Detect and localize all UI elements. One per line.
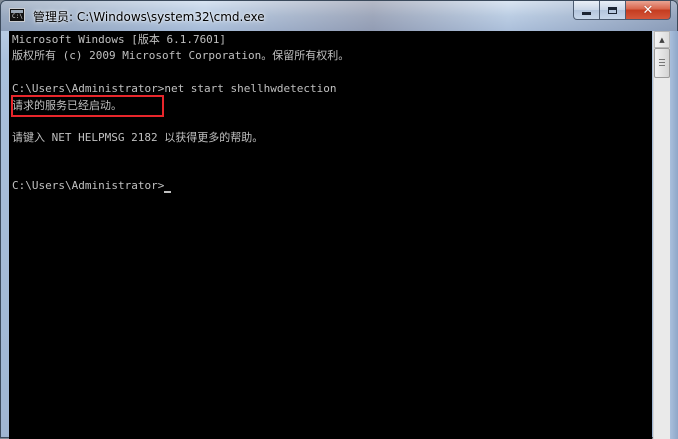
console-output[interactable]: Microsoft Windows [版本 6.1.7601] 版权所有 (c)… bbox=[9, 31, 652, 439]
close-icon: ✕ bbox=[642, 2, 654, 18]
console-line-version: Microsoft Windows [版本 6.1.7601] bbox=[12, 33, 227, 46]
text-cursor bbox=[164, 191, 172, 193]
scrollbar-thumb[interactable] bbox=[654, 48, 670, 78]
maximize-button[interactable] bbox=[600, 1, 626, 20]
maximize-icon bbox=[608, 6, 617, 14]
cmd-icon[interactable]: C:\ bbox=[9, 8, 25, 22]
window-frame-right bbox=[670, 31, 678, 439]
console-line-copyright: 版权所有 (c) 2009 Microsoft Corporation。保留所有… bbox=[12, 49, 350, 62]
close-button[interactable]: ✕ bbox=[626, 1, 671, 20]
scroll-up-button[interactable]: ▲ bbox=[654, 31, 670, 48]
console-prompt-line[interactable]: C:\Users\Administrator> bbox=[12, 178, 172, 194]
minimize-button[interactable] bbox=[573, 1, 600, 20]
title-bar[interactable]: C:\ 管理员: C:\Windows\system32\cmd.exe ✕ bbox=[1, 1, 677, 31]
vertical-scrollbar[interactable]: ▲ bbox=[653, 31, 670, 439]
console-prompt: C:\Users\Administrator> bbox=[12, 179, 165, 192]
highlight-box bbox=[11, 95, 164, 117]
arrow-up-icon: ▲ bbox=[659, 35, 665, 44]
minimize-icon bbox=[582, 11, 591, 15]
console-line-helpmsg: 请键入 NET HELPMSG 2182 以获得更多的帮助。 bbox=[12, 131, 264, 144]
window-title: 管理员: C:\Windows\system32\cmd.exe bbox=[33, 10, 265, 24]
window-controls: ✕ bbox=[573, 1, 671, 21]
cmd-window: C:\ 管理员: C:\Windows\system32\cmd.exe ✕ M… bbox=[0, 0, 678, 439]
